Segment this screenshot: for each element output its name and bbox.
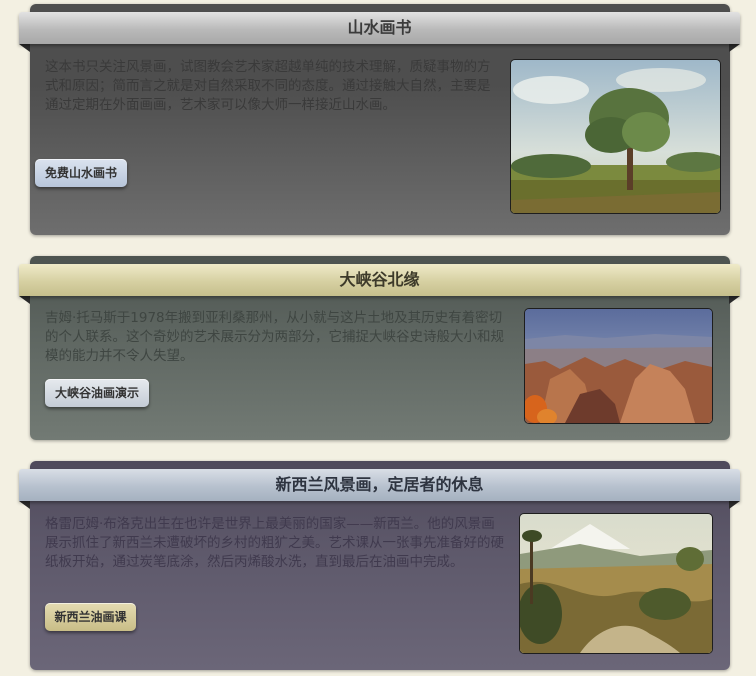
ribbon-fold-right xyxy=(729,501,740,509)
new-zealand-landscape-image[interactable] xyxy=(519,513,713,654)
new-zealand-painting-class-button[interactable]: 新西兰油画课 xyxy=(45,603,136,631)
grand-canyon-demo-button[interactable]: 大峡谷油画演示 xyxy=(45,379,149,407)
free-landscape-book-button[interactable]: 免费山水画书 xyxy=(35,159,127,187)
landscape-painting-image[interactable] xyxy=(510,59,721,214)
ribbon-fold-right xyxy=(729,44,740,52)
ribbon-fold-left xyxy=(19,501,30,509)
card-title: 新西兰风景画，定居者的休息 xyxy=(19,469,740,501)
canyon-painting-image[interactable] xyxy=(524,308,713,424)
ribbon-fold-left xyxy=(19,44,30,52)
ribbon-fold-right xyxy=(729,296,740,304)
card-title: 山水画书 xyxy=(19,12,740,44)
card-title: 大峡谷北缘 xyxy=(19,264,740,296)
card-description: 吉姆·托马斯于1978年搬到亚利桑那州，从小就与这片土地及其历史有着密切的个人联… xyxy=(45,310,504,364)
card-description: 这本书只关注风景画，试图教会艺术家超越单纯的技术理解，质疑事物的方式和原因；简而… xyxy=(45,59,491,113)
ribbon-fold-left xyxy=(19,296,30,304)
card-description: 格雷厄姆·布洛克出生在也许是世界上最美丽的国家——新西兰。他的风景画展示抓住了新… xyxy=(45,516,504,570)
